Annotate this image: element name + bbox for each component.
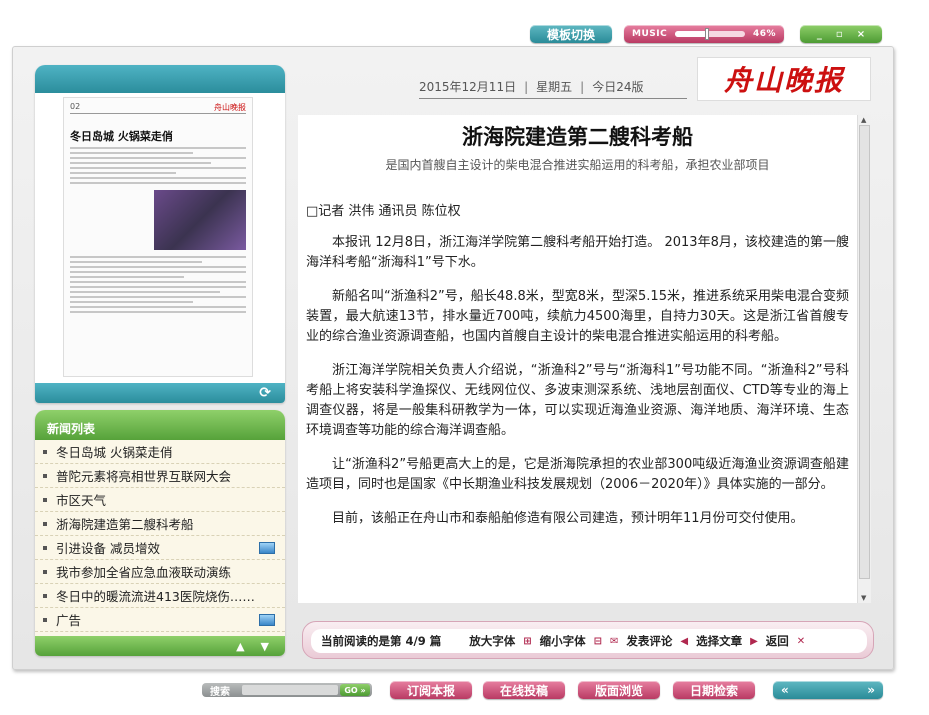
news-item-label: 普陀元素将亮相世界互联网大会 bbox=[56, 469, 232, 484]
mail-icon: ✉ bbox=[610, 635, 619, 647]
article-paragraph: 本报讯 12月8日，浙江海洋学院第二艘科考船开始打造。 2013年8月，该校建造… bbox=[306, 235, 849, 270]
minus-icon: ⊟ bbox=[593, 635, 602, 647]
bullet-icon bbox=[43, 545, 47, 550]
close-icon[interactable]: × bbox=[857, 29, 865, 40]
issue-weekday: 星期五 bbox=[536, 80, 573, 94]
select-article-button[interactable]: 选择文章 bbox=[696, 633, 742, 649]
news-item-label: 浙海院建造第二艘科考船 bbox=[56, 517, 194, 532]
bullet-icon bbox=[43, 449, 47, 454]
plus-icon: ⊞ bbox=[523, 635, 532, 647]
shrink-font-button[interactable]: 缩小字体 bbox=[540, 633, 586, 649]
image-icon bbox=[259, 614, 275, 626]
news-list-item[interactable]: 市区天气 bbox=[35, 488, 285, 512]
news-item-label: 引进设备 减员增效 bbox=[56, 541, 160, 556]
left-arrow-icon: ◀ bbox=[680, 635, 689, 647]
newspaper-logo: 舟山晚报 bbox=[697, 57, 871, 101]
top-bar: 模板切换 MUSIC 46% _ ▫ × bbox=[0, 0, 929, 48]
thumbnail-page-no: 02 bbox=[70, 102, 81, 111]
news-list-item[interactable]: 普陀元素将亮相世界互联网大会 bbox=[35, 464, 285, 488]
volume-fill bbox=[675, 31, 708, 37]
article-paragraph: 目前，该船正在舟山市和泰船舶修造有限公司建造，预计明年11月份可交付使用。 bbox=[332, 511, 804, 526]
close-x-icon: ✕ bbox=[796, 635, 806, 647]
up-arrow-icon[interactable]: ▲ bbox=[236, 640, 244, 653]
search-label: 搜索 bbox=[210, 686, 230, 698]
news-list-item[interactable]: 广告 bbox=[35, 608, 285, 632]
search-go-button[interactable]: GO » bbox=[340, 684, 370, 696]
enlarge-font-button[interactable]: 放大字体 bbox=[469, 633, 515, 649]
news-item-label: 广告 bbox=[56, 613, 82, 628]
bullet-icon bbox=[43, 569, 47, 574]
submit-article-button[interactable]: 在线投稿 bbox=[483, 681, 565, 699]
reader-toolbar: 当前阅读的是第 4/9 篇 放大字体 ⊞ 缩小字体 ⊟ ✉ 发表评论 ◀ 选择文章 ▶ 返… bbox=[302, 621, 874, 659]
article-subtitle: 是国内首艘自主设计的柴电混合推进实船运用的科考船，承担农业部项目 bbox=[385, 158, 770, 172]
refresh-icon[interactable]: ⟳ bbox=[259, 385, 271, 401]
bullet-icon bbox=[43, 473, 47, 478]
news-list-footer: ▲ ▼ bbox=[35, 636, 285, 656]
back-button[interactable]: 返回 bbox=[766, 633, 789, 649]
issue-pages: 今日24版 bbox=[592, 80, 644, 94]
date-search-button[interactable]: 日期检索 bbox=[673, 681, 755, 699]
window-controls: _ ▫ × bbox=[800, 25, 882, 43]
news-list-item[interactable]: 引进设备 减员增效 bbox=[35, 536, 285, 560]
maximize-icon[interactable]: ▫ bbox=[836, 29, 843, 40]
bullet-icon bbox=[43, 497, 47, 502]
music-label: MUSIC bbox=[632, 29, 668, 39]
next-page-icon[interactable]: » bbox=[867, 683, 875, 697]
article-paragraph: 新船名叫“浙渔科2”号，船长48.8米，型宽8米，型深5.15米，推进系统采用柴… bbox=[306, 289, 849, 344]
news-item-label: 冬日中的暖流流进413医院烧伤…… bbox=[56, 589, 255, 604]
search-input[interactable] bbox=[242, 685, 338, 695]
volume-slider[interactable] bbox=[675, 28, 745, 40]
article-paragraph: 让“浙渔科2”号船更高大上的是，它是浙海院承担的农业部300吨级近海渔业资源调查… bbox=[306, 457, 849, 492]
article-paragraph: 浙江海洋学院相关负责人介绍说，“浙渔科2”号与“浙海科1”号功能不同。“浙渔科2… bbox=[306, 363, 849, 438]
bullet-icon bbox=[43, 593, 47, 598]
news-list-item[interactable]: 我市参加全省应急血液联动演练 bbox=[35, 560, 285, 584]
bullet-icon bbox=[43, 521, 47, 526]
image-icon bbox=[259, 542, 275, 554]
scroll-down-icon[interactable]: ▼ bbox=[861, 594, 866, 602]
thumbnail-headline: 冬日岛城 火锅菜走俏 bbox=[70, 130, 173, 143]
subscribe-button[interactable]: 订阅本报 bbox=[390, 681, 472, 699]
thumbnail-logo: 舟山晚报 bbox=[214, 103, 246, 112]
news-list-heading: 新闻列表 bbox=[35, 410, 285, 440]
scroll-up-icon[interactable]: ▲ bbox=[861, 116, 866, 124]
template-switch-button[interactable]: 模板切换 bbox=[530, 25, 612, 43]
page-pager: « » bbox=[773, 681, 883, 699]
article-byline: □记者 洪伟 通讯员 陈位权 bbox=[306, 204, 461, 219]
prev-page-icon[interactable]: « bbox=[781, 683, 789, 697]
news-list-panel: 新闻列表 冬日岛城 火锅菜走俏普陀元素将亮相世界互联网大会 市区天气浙海院建造第二… bbox=[35, 410, 285, 656]
volume-value: 46% bbox=[752, 29, 776, 39]
article-title: 浙海院建造第二艘科考船 bbox=[462, 124, 693, 149]
news-list-item[interactable]: 冬日中的暖流流进413医院烧伤…… bbox=[35, 584, 285, 608]
issue-date-bar: 2015年12月11日 | 星期五 | 今日24版 bbox=[419, 75, 687, 99]
thumbnail-photo bbox=[154, 190, 246, 250]
bullet-icon bbox=[43, 617, 47, 622]
news-item-label: 冬日岛城 火锅菜走俏 bbox=[56, 445, 173, 460]
news-item-label: 市区天气 bbox=[56, 493, 107, 508]
search-bar: 搜索 GO » bbox=[202, 683, 372, 698]
volume-knob[interactable] bbox=[705, 28, 710, 40]
comment-button[interactable]: 发表评论 bbox=[626, 633, 672, 649]
news-list: 冬日岛城 火锅菜走俏普陀元素将亮相世界互联网大会 市区天气浙海院建造第二艘科考船引… bbox=[35, 440, 285, 632]
thumbnail-footer: ⟳ bbox=[35, 383, 285, 403]
scroll-thumb[interactable] bbox=[859, 125, 870, 579]
right-arrow-icon: ▶ bbox=[750, 635, 758, 647]
news-item-label: 我市参加全省应急血液联动演练 bbox=[56, 565, 232, 580]
page-thumbnail-panel: 02 舟山晚报 冬日岛城 火锅菜走俏 ⟳ bbox=[35, 65, 285, 403]
thumbnail-cap bbox=[35, 65, 285, 93]
minimize-icon[interactable]: _ bbox=[817, 29, 822, 40]
news-list-item[interactable]: 冬日岛城 火锅菜走俏 bbox=[35, 440, 285, 464]
reading-progress: 当前阅读的是第 4/9 篇 bbox=[321, 634, 442, 648]
music-control[interactable]: MUSIC 46% bbox=[624, 25, 784, 43]
browse-pages-button[interactable]: 版面浏览 bbox=[578, 681, 660, 699]
article-scrollbar[interactable]: ▲ ▼ bbox=[857, 115, 871, 603]
page-thumbnail[interactable]: 02 舟山晚报 冬日岛城 火锅菜走俏 bbox=[63, 97, 253, 377]
issue-date: 2015年12月11日 bbox=[419, 80, 517, 94]
down-arrow-icon[interactable]: ▼ bbox=[261, 640, 269, 653]
article-body: 浙海院建造第二艘科考船 是国内首艘自主设计的柴电混合推进实船运用的科考船，承担农… bbox=[298, 115, 857, 603]
news-list-item[interactable]: 浙海院建造第二艘科考船 bbox=[35, 512, 285, 536]
